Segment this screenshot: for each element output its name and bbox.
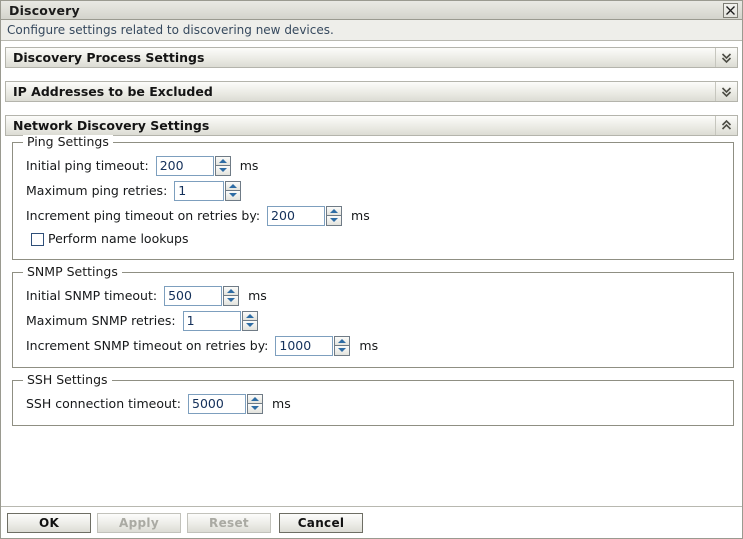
spinner-up-icon[interactable] [225, 180, 242, 191]
spinner-initial-snmp-timeout [164, 285, 240, 306]
spinner-up-icon[interactable] [241, 310, 258, 321]
field-label: Increment ping timeout on retries by: [26, 207, 261, 223]
perform-name-lookups-checkbox[interactable] [31, 232, 44, 246]
spinner-increment-snmp-timeout [275, 335, 351, 356]
spinner-down-icon[interactable] [334, 345, 351, 356]
close-icon [725, 5, 736, 16]
section-header-discovery-process-settings[interactable]: Discovery Process Settings [5, 47, 738, 68]
section-title: IP Addresses to be Excluded [13, 83, 213, 99]
spinner-down-icon[interactable] [247, 403, 264, 414]
field-label: Initial ping timeout: [26, 157, 149, 173]
section-title: Network Discovery Settings [13, 117, 210, 133]
chevron-double-down-icon[interactable] [715, 48, 737, 67]
section-header-network-discovery-settings[interactable]: Network Discovery Settings [5, 115, 738, 136]
field-label: SSH connection timeout: [26, 395, 182, 411]
field-label: Increment SNMP timeout on retries by: [26, 337, 269, 353]
spinner-up-icon[interactable] [247, 393, 264, 404]
cancel-button[interactable]: Cancel [279, 512, 363, 533]
unit-label: ms [239, 157, 259, 173]
spinner-down-icon[interactable] [223, 295, 240, 306]
maximum-snmp-retries-input[interactable] [182, 310, 241, 331]
group-ping-settings: Ping Settings Initial ping timeout: 200 … [12, 135, 734, 260]
spinner-maximum-snmp-retries [182, 310, 258, 331]
spinner-down-icon[interactable] [225, 190, 242, 201]
spinner-arrows [326, 205, 343, 226]
description-text: Configure settings related to discoverin… [7, 23, 334, 37]
group-legend: SSH Settings [23, 373, 112, 387]
spinner-initial-ping-timeout [155, 155, 231, 176]
checkbox-row-perform-name-lookups: Perform name lookups [13, 228, 733, 250]
spinner-arrows [223, 285, 240, 306]
field-maximum-snmp-retries: Maximum SNMP retries: [13, 308, 733, 333]
window-title: Discovery [9, 2, 80, 18]
field-ssh-connection-timeout: SSH connection timeout: ms [13, 391, 733, 416]
spinner-up-icon[interactable] [326, 205, 343, 216]
field-label: Initial SNMP timeout: [26, 287, 158, 303]
chevron-double-down-icon[interactable] [715, 82, 737, 101]
field-label: Maximum SNMP retries: [26, 312, 176, 328]
field-initial-ping-timeout: Initial ping timeout: ms [13, 153, 733, 178]
maximum-ping-retries-input[interactable] [174, 180, 225, 201]
discovery-dialog: Discovery Configure settings related to … [0, 0, 743, 539]
initial-snmp-timeout-input[interactable] [164, 285, 223, 306]
spinner-increment-ping-timeout [267, 205, 343, 226]
unit-label: ms [272, 395, 291, 411]
spinner-arrows [214, 155, 231, 176]
spinner-down-icon[interactable] [214, 165, 231, 176]
section-header-ip-addresses-to-be-excluded[interactable]: IP Addresses to be Excluded [5, 81, 738, 102]
group-legend: SNMP Settings [23, 265, 122, 279]
spinner-arrows [225, 180, 242, 201]
group-ssh-settings: SSH Settings SSH connection timeout: 500… [12, 373, 734, 426]
unit-label: ms [359, 337, 379, 353]
checkbox-label: Perform name lookups [48, 231, 189, 246]
field-increment-ping-timeout: Increment ping timeout on retries by: 20… [13, 203, 733, 228]
field-initial-snmp-timeout: Initial SNMP timeout: ms [13, 283, 733, 308]
chevron-double-up-icon[interactable] [715, 116, 737, 135]
field-increment-snmp-timeout: Increment SNMP timeout on retries by: 10… [13, 333, 733, 358]
increment-ping-timeout-input[interactable] [267, 205, 326, 226]
unit-label: ms [351, 207, 370, 223]
spinner-arrows [241, 310, 258, 331]
section-title: Discovery Process Settings [13, 49, 205, 65]
field-maximum-ping-retries: Maximum ping retries: [13, 178, 733, 203]
spinner-arrows [334, 335, 351, 356]
title-bar: Discovery [1, 1, 742, 20]
group-snmp-settings: SNMP Settings Initial SNMP timeout: 500 … [12, 265, 734, 368]
spinner-arrows [247, 393, 264, 414]
field-label: Maximum ping retries: [26, 182, 168, 198]
dialog-button-bar: OK Apply Reset Cancel [1, 506, 742, 538]
ssh-connection-timeout-input[interactable] [188, 393, 247, 414]
settings-content: Discovery Process Settings IP Addresses … [1, 41, 742, 506]
initial-ping-timeout-input[interactable] [155, 155, 214, 176]
spinner-ssh-connection-timeout [188, 393, 264, 414]
spinner-up-icon[interactable] [334, 335, 351, 346]
unit-label: ms [248, 287, 267, 303]
network-discovery-settings-body: Ping Settings Initial ping timeout: 200 … [5, 135, 738, 426]
close-button[interactable] [723, 2, 738, 18]
spinner-down-icon[interactable] [241, 320, 258, 331]
spinner-up-icon[interactable] [223, 285, 240, 296]
spinner-down-icon[interactable] [326, 215, 343, 226]
apply-button[interactable]: Apply [97, 512, 181, 533]
description-bar: Configure settings related to discoverin… [1, 20, 742, 41]
spinner-up-icon[interactable] [214, 155, 231, 166]
reset-button[interactable]: Reset [187, 512, 271, 533]
increment-snmp-timeout-input[interactable] [275, 335, 334, 356]
spinner-maximum-ping-retries [174, 180, 242, 201]
group-legend: Ping Settings [23, 135, 113, 149]
ok-button[interactable]: OK [7, 512, 91, 533]
